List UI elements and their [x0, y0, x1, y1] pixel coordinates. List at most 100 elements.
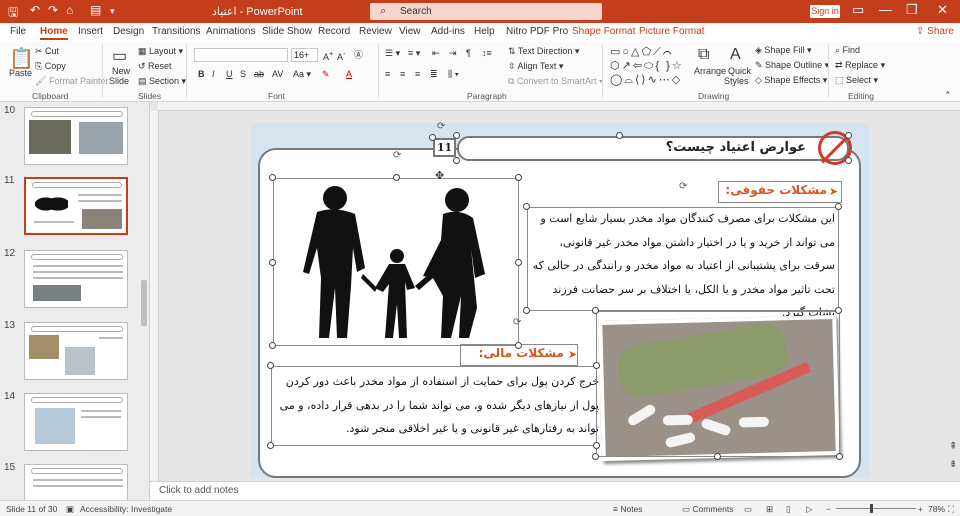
rotate-handle-icon[interactable]: ⟳ — [393, 150, 401, 161]
tab-review[interactable]: Review — [359, 26, 392, 37]
tab-view[interactable]: View — [399, 26, 421, 37]
new-slide-button-label2[interactable]: Slide — [109, 76, 129, 86]
resize-handle[interactable] — [616, 132, 623, 139]
start-slideshow-icon[interactable]: ⌂ — [66, 3, 73, 17]
shapes-gallery-row2[interactable]: ⬡↗⇦⬭{ }☆ — [610, 59, 684, 73]
slide-thumbnail-10[interactable] — [24, 107, 128, 165]
underline-icon[interactable]: U — [226, 69, 233, 79]
tab-shape-format[interactable]: Shape Format — [572, 26, 635, 37]
rotate-handle-icon[interactable]: ⟳ — [437, 121, 445, 132]
close-icon[interactable]: ✕ — [937, 2, 948, 18]
resize-handle[interactable] — [523, 307, 530, 314]
vertical-ruler[interactable] — [150, 111, 159, 481]
align-text-button[interactable]: ⇳ Align Text ▾ — [508, 61, 563, 72]
tab-transitions[interactable]: Transitions — [152, 26, 201, 37]
slide-thumbnail-12[interactable] — [24, 250, 128, 308]
resize-handle[interactable] — [267, 362, 274, 369]
tab-design[interactable]: Design — [113, 26, 144, 37]
accessibility-status[interactable]: Accessibility: Investigate — [80, 504, 172, 514]
customize-toolbar-icon[interactable]: ▤ — [90, 3, 101, 17]
tab-animations[interactable]: Animations — [206, 26, 255, 37]
resize-handle[interactable] — [592, 453, 599, 460]
bold-icon[interactable]: B — [198, 69, 205, 79]
resize-handle[interactable] — [453, 132, 460, 139]
tab-file[interactable]: File — [10, 26, 26, 37]
slide-thumbnail-11[interactable] — [24, 177, 128, 235]
decrease-font-icon[interactable]: A- — [337, 49, 346, 62]
quick-styles-button[interactable]: Quick — [728, 66, 751, 76]
columns-icon[interactable]: ⫼ ▾ — [448, 69, 459, 80]
text-direction-button[interactable]: ⇅ Text Direction ▾ — [508, 46, 579, 57]
justify-icon[interactable]: ≣ — [430, 69, 438, 80]
resize-handle[interactable] — [269, 174, 276, 181]
zoom-level[interactable]: 78% — [928, 504, 945, 514]
resize-handle[interactable] — [269, 342, 276, 349]
zoom-out-icon[interactable]: − — [826, 504, 831, 514]
align-left-icon[interactable]: ≡ — [385, 69, 390, 79]
slide-title[interactable]: عوارض اعتیاد چیست؟ — [546, 140, 806, 155]
reset-button[interactable]: ↺ Reset — [138, 61, 172, 72]
tab-home[interactable]: Home — [40, 26, 68, 40]
fit-to-window-icon[interactable]: ⛶ — [948, 504, 954, 515]
italic-icon[interactable]: I — [212, 69, 215, 79]
resize-handle[interactable] — [515, 259, 522, 266]
resize-handle[interactable] — [835, 203, 842, 210]
cut-button[interactable]: ✂ Cut — [35, 46, 59, 57]
tab-add-ins[interactable]: Add-ins — [431, 26, 465, 37]
horizontal-ruler[interactable] — [158, 102, 960, 111]
resize-handle[interactable] — [393, 174, 400, 181]
rotate-handle-icon[interactable]: ⟳ — [513, 317, 521, 328]
resize-handle[interactable] — [269, 259, 276, 266]
slideshow-view-icon[interactable]: ▷ — [806, 504, 813, 515]
notes-pane[interactable]: Click to add notes — [150, 481, 960, 500]
resize-handle[interactable] — [515, 174, 522, 181]
convert-smartart-button[interactable]: ⧉ Convert to SmartArt ▾ — [508, 76, 603, 87]
slide-thumbnail-13[interactable] — [24, 322, 128, 380]
section-button[interactable]: ▤ Section ▾ — [138, 76, 186, 87]
quick-styles-button-label2[interactable]: Styles — [724, 76, 749, 86]
increase-indent-icon[interactable]: ⇥ — [449, 48, 457, 59]
numbering-icon[interactable]: ≡ ▾ — [408, 48, 420, 59]
comments-button[interactable]: ▭ Comments — [682, 504, 734, 515]
quick-styles-icon[interactable]: A — [730, 46, 741, 64]
undo-icon[interactable]: ↶ — [30, 3, 40, 17]
slide[interactable]: عوارض اعتیاد چیست؟ 11 ➤ مشکلات حقوقی: ای… — [251, 121, 869, 478]
shape-effects-button[interactable]: ◇ Shape Effects ▾ — [755, 75, 827, 86]
format-painter-button[interactable]: 🖌 Format Painter — [35, 76, 108, 87]
tab-slide-show[interactable]: Slide Show — [262, 26, 312, 37]
slide-sorter-icon[interactable]: ⊞ — [766, 504, 773, 515]
save-icon[interactable]: 🖫 — [8, 3, 18, 24]
sign-in-button[interactable]: Sign in — [810, 5, 840, 18]
shapes-gallery[interactable]: ▭○△⬠⟋⌒ — [610, 45, 673, 59]
dropdown-icon[interactable]: ▾ — [110, 6, 115, 17]
increase-font-icon[interactable]: A+ — [323, 49, 333, 62]
replace-button[interactable]: ⇄ Replace ▾ — [835, 60, 885, 71]
font-size-field[interactable]: 16+ — [291, 48, 318, 62]
resize-handle[interactable] — [845, 157, 852, 164]
line-spacing-icon[interactable]: ↕≡ — [482, 48, 492, 58]
new-slide-icon[interactable]: ▭ — [112, 46, 127, 66]
slide-thumbnail-14[interactable] — [24, 393, 128, 451]
shadow-icon[interactable]: S — [240, 69, 246, 79]
font-name-field[interactable] — [194, 48, 288, 62]
resize-handle[interactable] — [523, 203, 530, 210]
next-slide-icon[interactable]: ⇟ — [949, 459, 957, 470]
paste-button[interactable]: Paste — [9, 68, 32, 78]
minimize-icon[interactable]: — — [879, 2, 892, 17]
rtl-icon[interactable]: ¶ — [466, 48, 471, 58]
resize-handle[interactable] — [845, 132, 852, 139]
tab-help[interactable]: Help — [474, 26, 495, 37]
rotate-handle-icon[interactable]: ⟳ — [679, 181, 687, 192]
resize-handle[interactable] — [835, 307, 842, 314]
clear-formatting-icon[interactable]: Ⓐ — [354, 48, 363, 61]
resize-handle[interactable] — [429, 134, 436, 141]
collapse-ribbon-icon[interactable]: ⌃ — [944, 90, 952, 101]
strikethrough-icon[interactable]: ab — [254, 69, 264, 79]
redo-icon[interactable]: ↷ — [48, 3, 58, 17]
slide-number-box[interactable]: 11 — [433, 138, 456, 157]
restore-icon[interactable]: ❐ — [906, 2, 918, 18]
slide-thumbnail-15[interactable] — [24, 464, 128, 500]
find-button[interactable]: ⌕ Find — [835, 45, 860, 56]
change-case-icon[interactable]: Aa ▾ — [293, 69, 311, 80]
shape-outline-button[interactable]: ✎ Shape Outline ▾ — [755, 60, 829, 71]
